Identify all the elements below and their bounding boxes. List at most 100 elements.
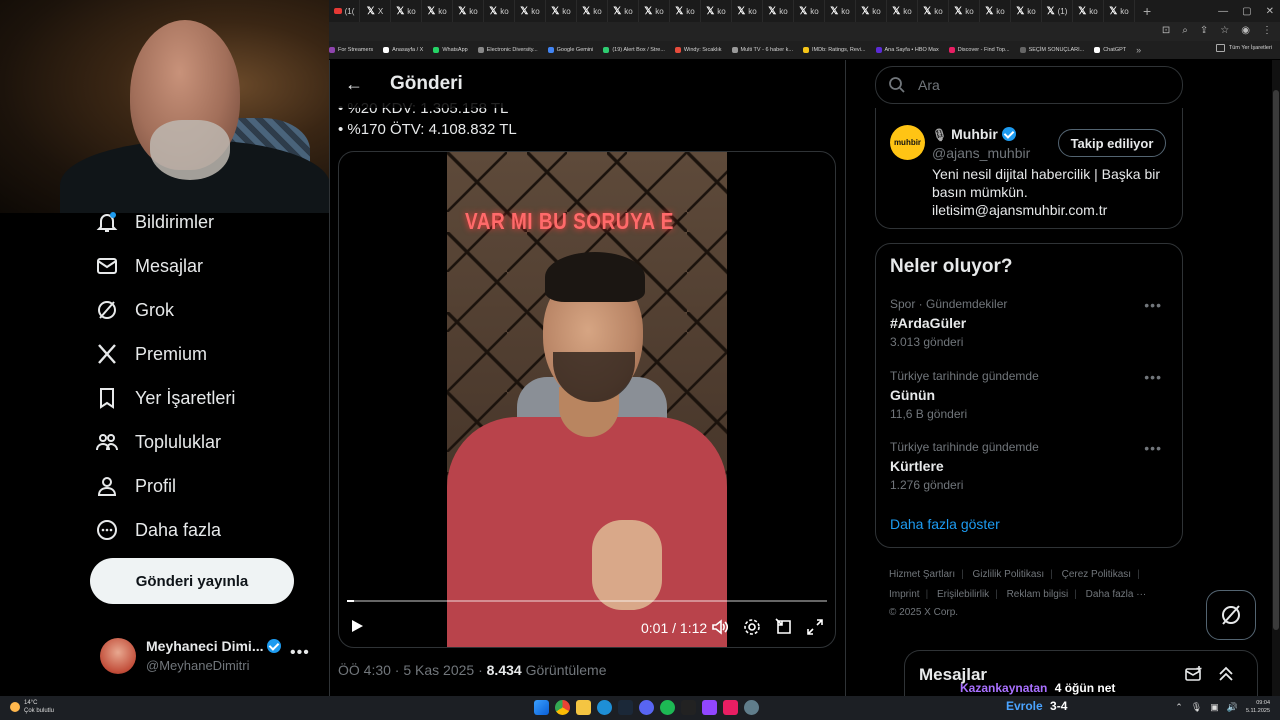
minimize-icon[interactable]: — [1218,6,1228,17]
expand-up-icon[interactable] [1217,665,1235,683]
bookmarks-overflow-icon[interactable]: » [1136,45,1141,55]
browser-address-bar[interactable]: ⊡ ⌕ ⇪ ☆ ◉ ⋮ [329,22,1280,41]
browser-tab[interactable]: 𝕏ko [422,0,453,22]
trend-item[interactable]: Türkiye tarihinde gündemde Kürtlere 1.27… [890,440,1170,506]
browser-tab[interactable]: 𝕏ko [453,0,484,22]
back-arrow-icon[interactable]: ← [338,74,370,95]
weather-widget[interactable]: 14°C Çok bulutlu [10,699,54,715]
share-icon[interactable]: ⇪ [1200,25,1208,36]
edge-icon[interactable] [597,700,612,715]
video-player[interactable]: VAR MI BU SORUYA E 0:01 / 1:12 [338,151,836,648]
file-explorer-icon[interactable] [576,700,591,715]
browser-tab[interactable]: 𝕏ko [732,0,763,22]
trend-item[interactable]: Türkiye tarihinde gündemde Günün 11,6 B … [890,369,1170,435]
microphone-icon[interactable]: 🎙 [1191,702,1202,713]
browser-tab[interactable]: 𝕏ko [980,0,1011,22]
bookmark-item[interactable]: (19) Alert Box / Stre... [603,47,665,53]
epic-games-icon[interactable] [681,700,696,715]
browser-tab[interactable]: 𝕏X [360,0,391,22]
settings-gear-icon[interactable] [743,618,761,639]
browser-tab[interactable]: 𝕏ko [856,0,887,22]
nav-item-bookmarks[interactable]: Yer İşaretleri [95,376,235,420]
network-icon[interactable]: ▣ [1210,702,1219,713]
speaker-icon[interactable]: 🔊 [1227,702,1238,713]
browser-tab[interactable]: 𝕏ko [949,0,980,22]
footer-link[interactable]: Reklam bilgisi [1007,589,1069,600]
profile-icon[interactable]: ◉ [1241,25,1250,36]
browser-tab[interactable]: 𝕏ko [484,0,515,22]
browser-tab[interactable]: 𝕏ko [639,0,670,22]
fullscreen-icon[interactable] [806,618,824,639]
browser-tab[interactable]: 𝕏ko [515,0,546,22]
footer-link[interactable]: Erişilebilirlik [937,589,989,600]
menu-icon[interactable]: ⋮ [1262,25,1272,36]
browser-tab[interactable]: 𝕏ko [887,0,918,22]
bookmark-item[interactable]: Ana Sayfa • HBO Max [875,47,939,53]
footer-link[interactable]: Imprint [889,589,920,600]
nav-item-premium[interactable]: Premium [95,332,207,376]
nav-item-profile[interactable]: Profil [95,464,176,508]
bookmark-item[interactable]: IMDb: Ratings, Revi... [803,47,866,53]
close-icon[interactable]: ✕ [1266,6,1274,17]
following-button[interactable]: Takip ediliyor [1058,129,1166,157]
bookmark-item[interactable]: For Streamers [329,47,373,53]
browser-tab[interactable]: 𝕏ko [1073,0,1104,22]
browser-tab[interactable]: (1( [329,0,360,22]
new-message-icon[interactable] [1185,665,1203,683]
chrome-icon[interactable] [555,700,570,715]
more-dots-icon[interactable]: ••• [1144,440,1162,456]
nav-item-grok[interactable]: Grok [95,288,174,332]
bookmark-item[interactable]: Discover - Find Top... [948,47,1010,53]
star-icon[interactable]: ☆ [1220,25,1229,36]
post-button[interactable]: Gönderi yayınla [90,558,294,604]
discord-icon[interactable] [639,700,654,715]
all-bookmarks[interactable]: Tüm Yer İşaretleri [1215,44,1272,52]
system-clock[interactable]: 09:04 5.11.2025 [1246,699,1270,715]
app-icon[interactable] [702,700,717,715]
browser-tab[interactable]: 𝕏ko [763,0,794,22]
zoom-icon[interactable]: ⌕ [1182,25,1188,36]
bookmark-item[interactable]: Electronic Diversity... [477,47,538,53]
extension-icon[interactable]: ⊡ [1162,25,1170,36]
more-dots-icon[interactable]: ••• [1144,369,1162,385]
app-icon[interactable] [723,700,738,715]
muhbir-logo[interactable]: muhbir [890,125,925,160]
browser-tab[interactable]: 𝕏ko [391,0,422,22]
profile-name[interactable]: Muhbir [951,126,998,142]
nav-item-communities[interactable]: Topluluklar [95,420,221,464]
browser-tab[interactable]: 𝕏ko [1011,0,1042,22]
browser-tab[interactable]: 𝕏ko [670,0,701,22]
trend-item[interactable]: Spor · Gündemdekiler #ArdaGüler 3.013 gö… [890,297,1170,363]
bookmark-item[interactable]: Windy: Sıcaklık [674,47,722,53]
spotify-icon[interactable] [660,700,675,715]
browser-tab[interactable]: 𝕏ko [825,0,856,22]
footer-link[interactable]: Daha fazla ··· [1086,589,1147,600]
maximize-icon[interactable]: ▢ [1242,6,1251,17]
search-input[interactable] [916,76,1160,94]
nav-item-notifications[interactable]: Bildirimler [95,200,214,244]
bookmark-item[interactable]: WhatsApp [433,47,468,53]
bookmark-item[interactable]: SEÇİM SONUÇLARI... [1019,47,1084,53]
browser-tab[interactable]: 𝕏ko [794,0,825,22]
footer-link[interactable]: Gizlilik Politikası [973,569,1045,580]
chevron-up-icon[interactable]: ⌃ [1175,702,1183,713]
browser-tab[interactable]: 𝕏ko [918,0,949,22]
browser-tab[interactable]: 𝕏ko [577,0,608,22]
app-icon[interactable] [744,700,759,715]
nav-item-messages[interactable]: Mesajlar [95,244,203,288]
bookmark-item[interactable]: Anasayfa / X [383,47,423,53]
new-tab-icon[interactable]: + [1135,3,1159,19]
bookmark-item[interactable]: ChatGPT [1094,47,1126,53]
browser-tab[interactable]: 𝕏 (1) [1042,0,1073,22]
picture-in-picture-icon[interactable] [775,618,793,639]
footer-link[interactable]: Çerez Politikası [1062,569,1131,580]
footer-link[interactable]: Hizmet Şartları [889,569,955,580]
page-scrollbar[interactable] [1272,60,1280,696]
show-more-link[interactable]: Daha fazla göster [890,516,1000,532]
more-dots-icon[interactable]: ••• [290,644,310,662]
browser-tab[interactable]: 𝕏ko [701,0,732,22]
search-bar[interactable] [875,66,1183,104]
account-switcher[interactable]: Meyhaneci Dimi... @MeyhaneDimitri ••• [100,636,320,676]
browser-tab[interactable]: 𝕏ko [1104,0,1135,22]
bookmark-item[interactable]: Google Gemini [547,47,593,53]
